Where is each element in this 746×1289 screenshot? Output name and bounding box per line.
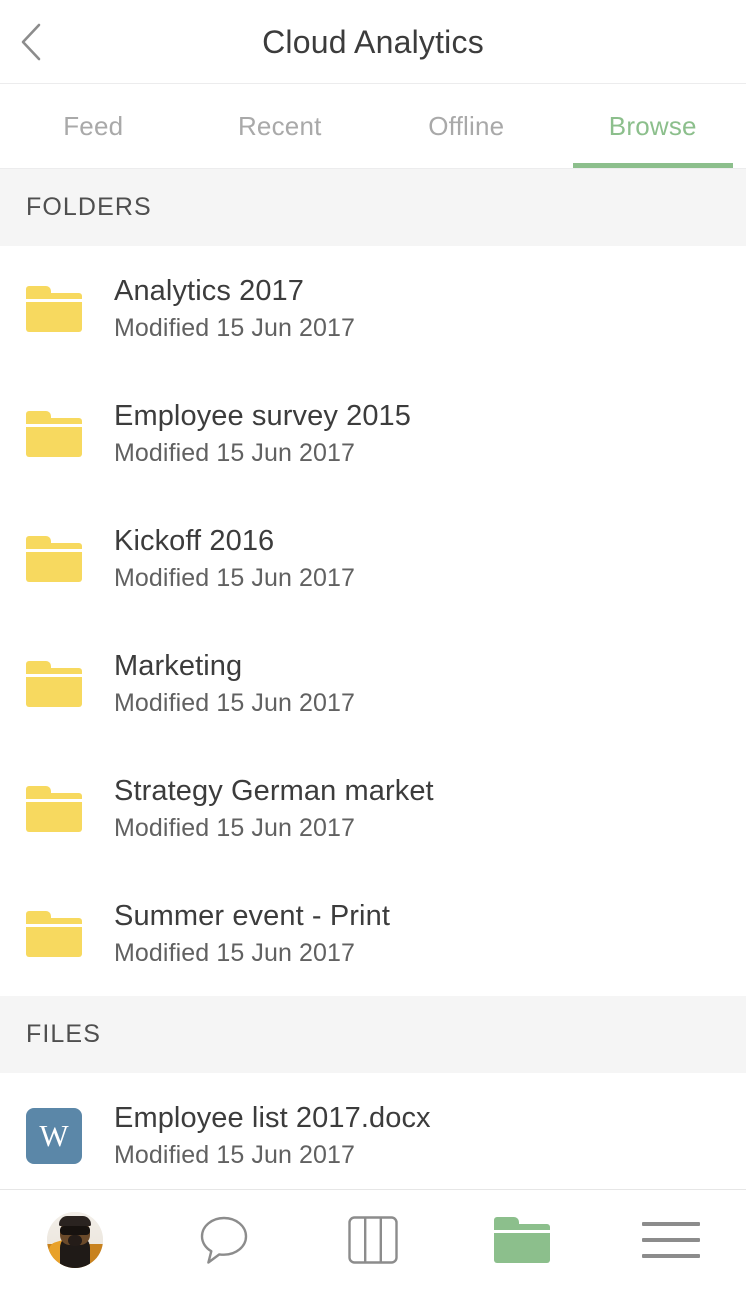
folder-icon (494, 1212, 551, 1268)
list-item[interactable]: W Employee list 2017.docx Modified 15 Ju… (0, 1073, 746, 1189)
columns-board-icon (348, 1215, 398, 1264)
tab-label: Offline (428, 110, 505, 141)
hamburger-menu-icon (642, 1221, 701, 1258)
list-item-title: Summer event - Print (114, 900, 390, 933)
list-item-title: Strategy German market (114, 775, 434, 808)
nav-item-board[interactable] (298, 1190, 447, 1289)
list-item-subtitle: Modified 15 Jun 2017 (114, 313, 356, 342)
folder-icon (26, 906, 82, 962)
avatar (46, 1211, 103, 1268)
section-header-label: FILES (26, 1020, 101, 1048)
folder-icon (26, 781, 82, 837)
page-title: Cloud Analytics (262, 23, 484, 60)
list-item-subtitle: Modified 15 Jun 2017 (114, 563, 356, 592)
chat-bubble-icon (200, 1216, 247, 1264)
list-item-text: Analytics 2017 Modified 15 Jun 2017 (114, 273, 355, 344)
word-document-icon: W (26, 1107, 82, 1164)
nav-item-chat[interactable] (149, 1190, 298, 1289)
folder-icon (26, 656, 82, 712)
list-item-subtitle: Modified 15 Jun 2017 (114, 1140, 356, 1169)
list-item-text: Summer event - Print Modified 15 Jun 201… (114, 898, 390, 969)
list-item-title: Kickoff 2016 (114, 525, 275, 558)
app-screen: Cloud Analytics Feed Recent Offline Brow… (0, 0, 746, 1289)
list-item-text: Marketing Modified 15 Jun 2017 (114, 648, 355, 719)
list-item-subtitle: Modified 15 Jun 2017 (114, 438, 356, 467)
list-item[interactable]: Employee survey 2015 Modified 15 Jun 201… (0, 371, 746, 496)
folder-icon (26, 281, 82, 337)
tab-label: Browse (608, 110, 697, 141)
tab-label: Feed (63, 110, 124, 141)
list-item[interactable]: Strategy German market Modified 15 Jun 2… (0, 746, 746, 871)
chevron-left-icon (21, 23, 41, 60)
list-item-title: Marketing (114, 650, 243, 683)
section-header-label: FOLDERS (26, 193, 152, 221)
back-button[interactable] (0, 0, 62, 83)
tab-feed[interactable]: Feed (0, 84, 187, 168)
list-item-text: Employee list 2017.docx Modified 15 Jun … (114, 1100, 431, 1171)
nav-item-profile[interactable] (0, 1190, 149, 1289)
list-item-title: Analytics 2017 (114, 275, 305, 308)
list-item-text: Employee survey 2015 Modified 15 Jun 201… (114, 398, 411, 469)
folder-icon (26, 406, 82, 462)
list-item-subtitle: Modified 15 Jun 2017 (114, 688, 356, 717)
list-item-subtitle: Modified 15 Jun 2017 (114, 813, 356, 842)
folder-icon (26, 531, 82, 587)
tab-recent[interactable]: Recent (187, 84, 374, 168)
tab-offline[interactable]: Offline (373, 84, 560, 168)
bottom-navigation-bar (0, 1189, 746, 1289)
word-document-icon-letter: W (39, 1118, 69, 1153)
list-item-text: Strategy German market Modified 15 Jun 2… (114, 773, 434, 844)
list-item-title: Employee survey 2015 (114, 400, 411, 433)
list-item-subtitle: Modified 15 Jun 2017 (114, 938, 356, 967)
tab-browse[interactable]: Browse (560, 84, 746, 168)
list-item-title: Employee list 2017.docx (114, 1102, 431, 1135)
app-header: Cloud Analytics (0, 0, 746, 84)
tab-label: Recent (237, 110, 322, 141)
section-header-folders: FOLDERS (0, 169, 746, 246)
nav-item-files[interactable] (448, 1190, 597, 1289)
list-item[interactable]: Summer event - Print Modified 15 Jun 201… (0, 871, 746, 996)
list-item[interactable]: Analytics 2017 Modified 15 Jun 2017 (0, 246, 746, 371)
file-browser-list[interactable]: FOLDERS Analytics 2017 Modified 15 Jun 2… (0, 169, 746, 1189)
list-item[interactable]: Kickoff 2016 Modified 15 Jun 2017 (0, 496, 746, 621)
list-item-text: Kickoff 2016 Modified 15 Jun 2017 (114, 523, 355, 594)
tab-bar: Feed Recent Offline Browse (0, 84, 746, 169)
section-header-files: FILES (0, 996, 746, 1073)
list-item[interactable]: Marketing Modified 15 Jun 2017 (0, 621, 746, 746)
nav-item-menu[interactable] (597, 1190, 746, 1289)
